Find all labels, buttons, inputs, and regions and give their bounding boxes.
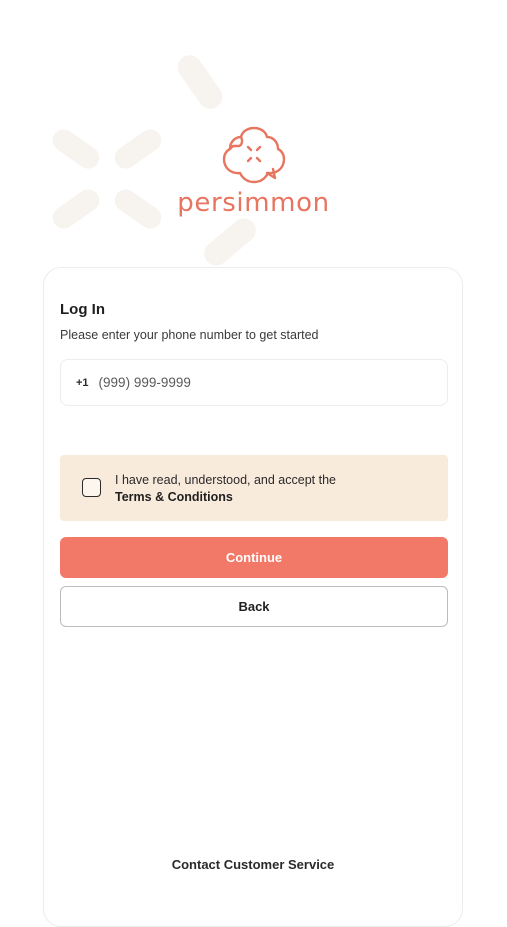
terms-checkbox[interactable]: [82, 478, 101, 497]
terms-text-block: I have read, understood, and accept the …: [115, 472, 336, 506]
continue-button[interactable]: Continue: [60, 537, 448, 578]
phone-input[interactable]: [98, 375, 399, 390]
page-subtitle: Please enter your phone number to get st…: [60, 328, 319, 342]
terms-link[interactable]: Terms & Conditions: [115, 489, 336, 506]
terms-consent-box: I have read, understood, and accept the …: [60, 455, 448, 521]
back-button[interactable]: Back: [60, 586, 448, 627]
page-title: Log In: [60, 301, 105, 318]
terms-text: I have read, understood, and accept the: [115, 473, 336, 487]
contact-customer-service-link[interactable]: Contact Customer Service: [44, 857, 462, 872]
country-code[interactable]: +1: [76, 377, 89, 389]
persimmon-flower-icon: [222, 126, 285, 184]
login-card: Log In Please enter your phone number to…: [43, 267, 463, 927]
brand-logo: persimmon: [0, 122, 507, 218]
brand-name: persimmon: [177, 188, 330, 218]
phone-field[interactable]: +1: [60, 359, 448, 406]
